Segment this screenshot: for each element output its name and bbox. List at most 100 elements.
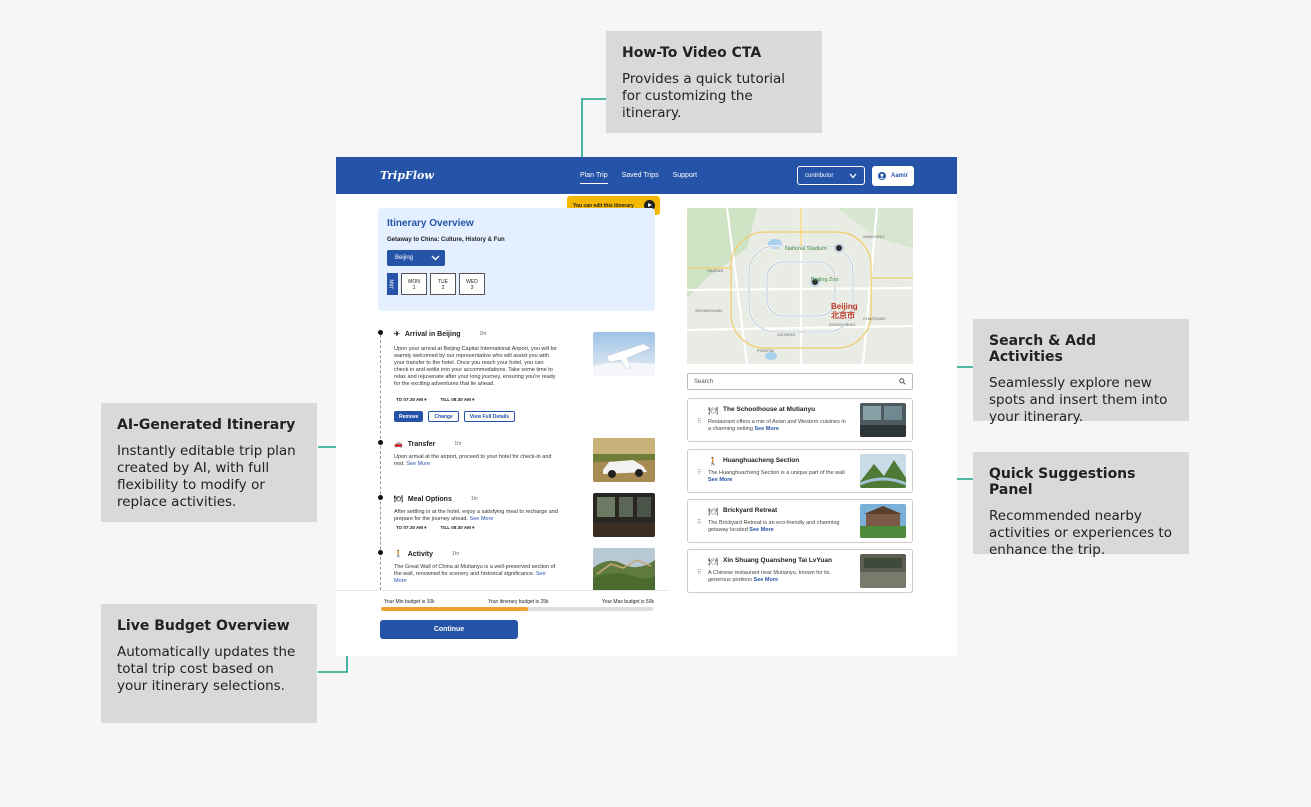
day-tab[interactable]: MON 1: [401, 273, 427, 295]
time-from[interactable]: TO 07:30 AM ▾: [396, 525, 427, 531]
drag-handle-icon[interactable]: ⠿: [697, 418, 702, 425]
timeline-dot: [377, 495, 383, 500]
suggestion-card[interactable]: ⠿ 🍽 Brickyard Retreat The Brickyard Retr…: [687, 499, 913, 543]
to-value: 07:30 AM: [403, 397, 424, 402]
callout-title: Quick Suggestions Panel: [989, 466, 1136, 498]
activity-duration: 1hr: [470, 496, 479, 502]
suggestion-card[interactable]: ⠿ 🚶 Huanghuacheng Section The Huanghuach…: [687, 449, 913, 493]
city-value: Beijing: [395, 255, 414, 261]
suggestion-card[interactable]: ⠿ 🍽 The Schoolhouse at Mutianyu Restaura…: [687, 398, 913, 442]
suggestion-name: Huanghuacheng Section: [723, 457, 800, 464]
search-icon[interactable]: [899, 378, 906, 385]
activity-title: Transfer: [407, 440, 436, 448]
map-label: CHAOYANG: [863, 316, 886, 321]
nav-saved-trips[interactable]: Saved Trips: [622, 172, 659, 184]
view-details-button[interactable]: View Full Details: [463, 411, 516, 422]
see-more-link[interactable]: See More: [470, 516, 494, 522]
change-button[interactable]: Change: [428, 411, 459, 422]
callout-howto: How-To Video CTA Provides a quick tutori…: [606, 31, 822, 133]
month-label: JAN: [387, 273, 398, 295]
activity-times: TO 07:30 AM ▾ TILL 08:30 AM ▾: [396, 397, 474, 403]
car-icon: 🚗: [394, 441, 403, 448]
huanghuacheng-photo: [860, 454, 906, 488]
callout-suggestions: Quick Suggestions Panel Recommended near…: [973, 452, 1189, 558]
map-label: WANGJING: [863, 234, 884, 239]
role-select[interactable]: contributor: [797, 166, 865, 185]
suggestion-desc: The Brickyard Retreat is an eco-friendly…: [708, 520, 848, 534]
schoolhouse-photo: [860, 403, 906, 437]
city-map[interactable]: National Stadium Beijing Zoo Beijing 北京市…: [687, 208, 913, 364]
nav-plan-trip[interactable]: Plan Trip: [580, 172, 608, 184]
logo[interactable]: TripFlow: [380, 169, 434, 182]
budget-progress-fill: [381, 607, 528, 611]
budget-progress-bar: [381, 607, 653, 611]
suggestion-name: The Schoolhouse at Mutianyu: [723, 406, 816, 413]
see-more-link[interactable]: See More: [749, 527, 773, 533]
day-tab[interactable]: TUE 2: [430, 273, 456, 295]
city-select[interactable]: Beijing: [387, 250, 445, 266]
suggestion-desc: The Huanghuacheng Section is a unique pa…: [708, 470, 848, 484]
activity-desc: The Great Wall of China at Mutianyu is a…: [394, 564, 559, 585]
suggestion-name: Brickyard Retreat: [723, 507, 778, 514]
chevron-down-icon: [431, 255, 440, 261]
activity-title: Arrival in Beijing: [404, 330, 461, 338]
restaurant-icon: 🍽: [708, 557, 719, 566]
map-label-zoo: Beijing Zoo: [811, 277, 839, 283]
timeline-dot: [377, 440, 383, 445]
day-picker: JAN MON 1 TUE 2 WED 3: [387, 273, 646, 295]
top-nav: TripFlow Plan Trip Saved Trips Support c…: [336, 157, 957, 194]
walking-icon: 🚶: [394, 551, 403, 558]
callout-title: How-To Video CTA: [622, 45, 762, 61]
itinerary-overview: Itinerary Overview Getaway to China: Cul…: [378, 208, 655, 311]
nav-links: Plan Trip Saved Trips Support: [580, 172, 697, 184]
drag-handle-icon[interactable]: ⠿: [697, 569, 702, 576]
callout-title: AI-Generated Itinerary: [117, 417, 296, 433]
day-num: 3: [470, 285, 474, 291]
callout-body: Provides a quick tutorial for customizin…: [622, 71, 786, 121]
callout-ai: AI-Generated Itinerary Instantly editabl…: [101, 403, 317, 522]
brickyard-photo: [860, 504, 906, 538]
see-more-link[interactable]: See More: [406, 461, 430, 467]
day-num: 2: [441, 285, 445, 291]
activity-title: Activity: [407, 550, 434, 558]
to-label: TO: [396, 525, 403, 530]
time-till[interactable]: TILL 08:30 AM ▾: [441, 525, 475, 531]
walking-icon: 🚶: [708, 457, 718, 466]
map-label: SHIJINGSHAN: [695, 308, 722, 313]
map-label: HAIDIAN: [707, 268, 723, 273]
timeline-dot: [377, 330, 383, 335]
restaurant-icon: 🍽: [394, 496, 403, 503]
map-label: DONGCHENG: [829, 322, 855, 327]
activity-duration: 1hr: [479, 331, 487, 337]
remove-button[interactable]: Remove: [394, 411, 424, 422]
nav-support[interactable]: Support: [673, 172, 698, 184]
callout-body: Automatically updates the total trip cos…: [117, 644, 296, 694]
activity-desc-text: Upon your arrival at Beijing Capital Int…: [394, 346, 557, 387]
role-value: contributor: [805, 172, 834, 179]
time-till[interactable]: TILL 08:30 AM ▾: [441, 397, 475, 403]
till-label: TILL: [440, 525, 450, 530]
suggestion-name: Xin Shuang Quansheng Tai LvYuan: [723, 557, 832, 564]
drag-handle-icon[interactable]: ⠿: [697, 469, 702, 476]
suggestion-card[interactable]: ⠿ 🍽 Xin Shuang Quansheng Tai LvYuan A Ch…: [687, 549, 913, 593]
activity-duration: 1hr: [452, 551, 460, 557]
till-value: 08:30 AM: [451, 397, 471, 402]
xin-shuang-photo: [860, 554, 906, 588]
search-input[interactable]: Search: [687, 373, 913, 390]
continue-button[interactable]: Continue: [380, 620, 518, 639]
see-more-link[interactable]: See More: [708, 477, 732, 483]
callout-budget: Live Budget Overview Automatically updat…: [101, 604, 317, 723]
see-more-link[interactable]: See More: [754, 577, 778, 583]
callout-title: Live Budget Overview: [117, 618, 290, 634]
see-more-link[interactable]: See More: [754, 426, 778, 432]
drag-handle-icon[interactable]: ⠿: [697, 519, 702, 526]
callout-search: Search & Add Activities Seamlessly explo…: [973, 319, 1189, 425]
app-window: TripFlow Plan Trip Saved Trips Support c…: [336, 157, 957, 656]
callout-body: Recommended nearby activities or experie…: [989, 508, 1172, 558]
user-button[interactable]: Aamir: [872, 166, 914, 186]
search-placeholder: Search: [694, 378, 714, 385]
time-from[interactable]: TO 07:30 AM ▾: [396, 397, 427, 403]
activity-times: TO 07:30 AM ▾ TILL 08:30 AM ▾: [396, 525, 474, 531]
day-tab[interactable]: WED 3: [459, 273, 485, 295]
map-label: FENGTAI: [757, 348, 774, 353]
